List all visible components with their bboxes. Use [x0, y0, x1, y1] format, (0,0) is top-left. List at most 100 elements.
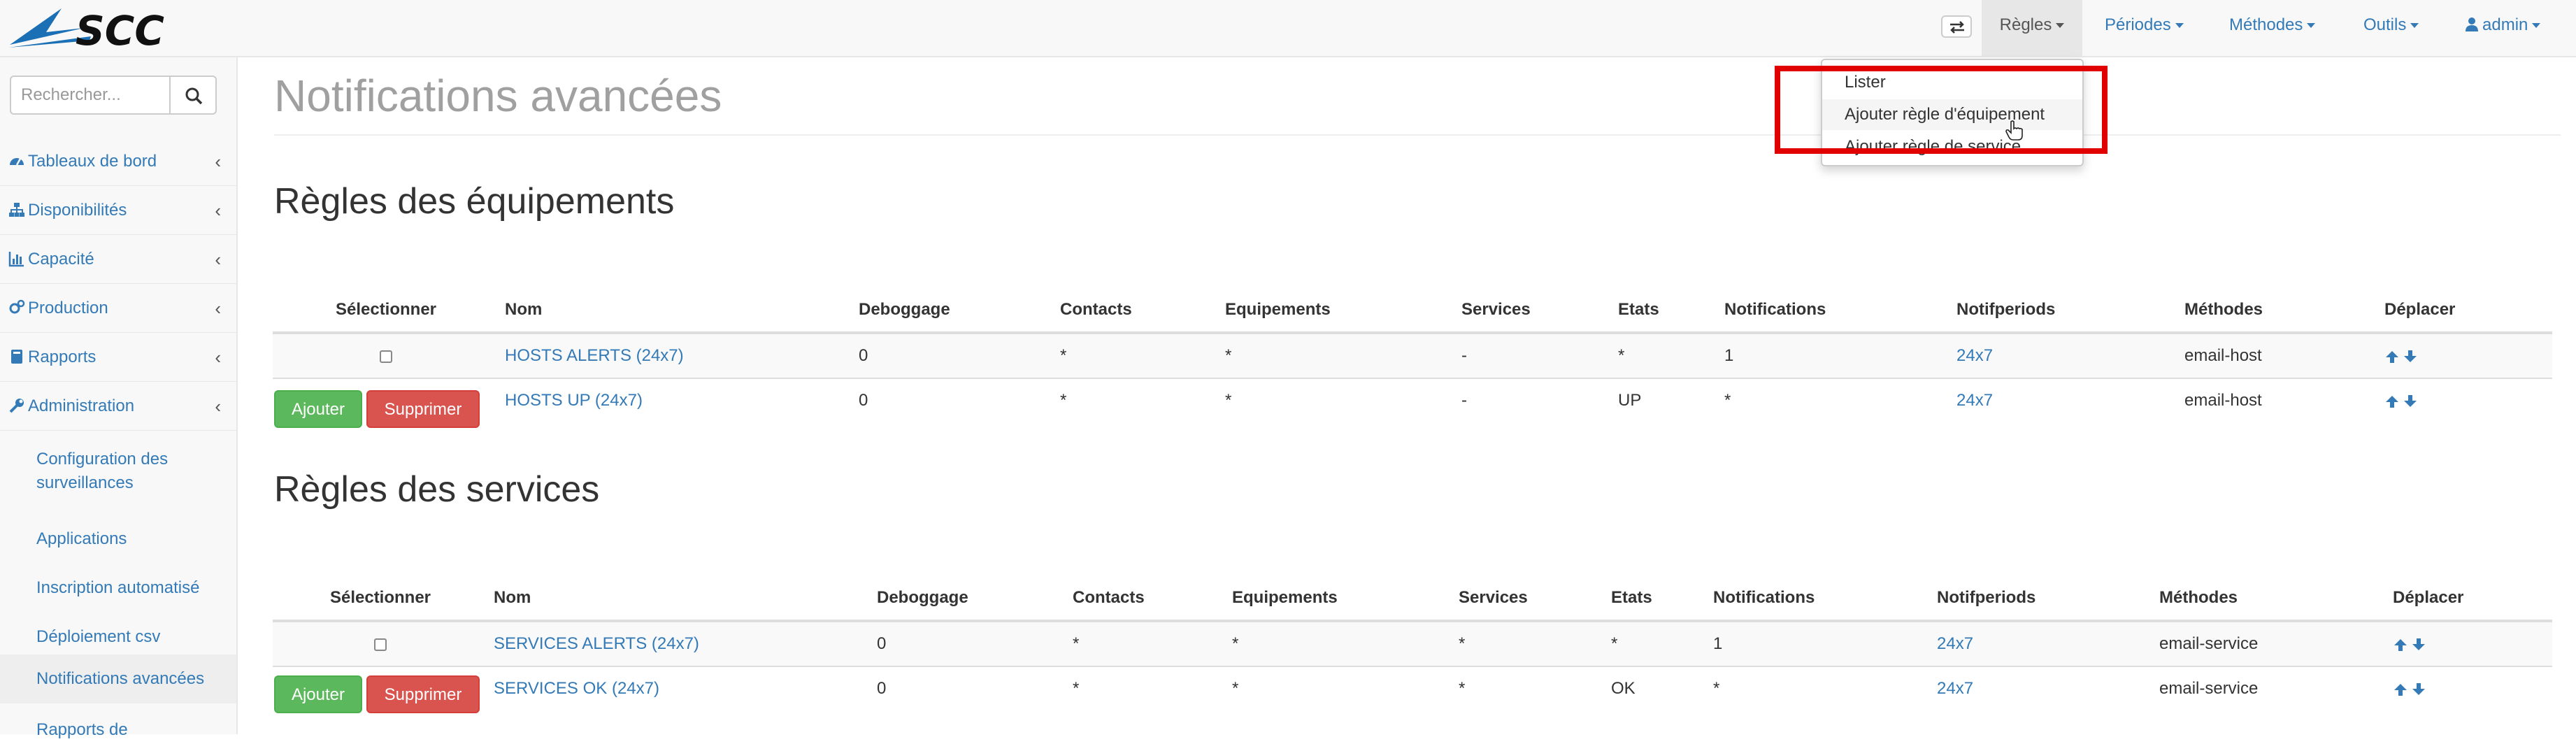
cell-contacts: *	[1054, 332, 1219, 378]
nav-outils[interactable]: Outils	[2363, 0, 2419, 56]
swap-toggle-button[interactable]	[1941, 15, 1972, 38]
arrow-up-icon[interactable]	[2384, 349, 2400, 364]
caret-down-icon	[2175, 23, 2184, 29]
nav-methodes[interactable]: Méthodes	[2229, 0, 2316, 56]
rule-name-link[interactable]: HOSTS ALERTS (24x7)	[505, 346, 684, 365]
sidebar-subitem-notifications-avancees[interactable]: Notifications avancées	[0, 654, 236, 703]
top-navbar: SCC Règles Périodes Méthodes Outils admi…	[0, 0, 2576, 57]
rule-name-link[interactable]: SERVICES OK (24x7)	[494, 679, 659, 698]
table-row: SERVICES ALERTS (24x7) 0 * * * * 1 24x7 …	[273, 620, 2552, 666]
nav-periodes[interactable]: Périodes	[2105, 0, 2184, 56]
cell-debug: 0	[871, 620, 1067, 666]
arrow-down-icon[interactable]	[2411, 637, 2426, 652]
nav-regles[interactable]: Règles	[1982, 0, 2082, 56]
col-header: Equipements	[1226, 576, 1453, 622]
sidebar-subitem-deploiement-csv[interactable]: Déploiement csv	[0, 620, 236, 654]
col-header: Déplacer	[2387, 576, 2552, 622]
col-header: Sélectionner	[273, 288, 499, 334]
cell-etats: UP	[1612, 378, 1719, 422]
col-header: Méthodes	[2154, 576, 2387, 622]
host-rules-table: Sélectionner Nom Deboggage Contacts Equi…	[273, 288, 2552, 422]
notifperiod-link[interactable]: 24x7	[1956, 346, 1993, 365]
chevron-left-icon: ‹	[215, 347, 221, 368]
row-select-checkbox[interactable]	[374, 638, 387, 651]
chevron-down-icon: ‹	[215, 396, 221, 417]
add-service-rule-button[interactable]: Ajouter	[274, 675, 362, 713]
cell-debug: 0	[871, 666, 1067, 710]
delete-service-rule-button[interactable]: Supprimer	[366, 675, 480, 713]
service-rules-title: Règles des services	[274, 469, 600, 510]
caret-down-icon	[2532, 23, 2541, 29]
main-content: Notifications avancées Règles des équipe…	[238, 57, 2576, 734]
sidebar-item-rapports[interactable]: Rapports ‹	[0, 333, 236, 382]
add-host-rule-button[interactable]: Ajouter	[274, 390, 362, 428]
annotation-highlight-box	[1775, 66, 2108, 154]
sidebar-subitem-configuration-surveillances[interactable]: Configuration des surveillances	[0, 448, 236, 495]
search-button[interactable]	[169, 76, 217, 115]
table-row: HOSTS UP (24x7) 0 * * - UP * 24x7 email-…	[273, 378, 2552, 422]
caret-down-icon	[2056, 23, 2065, 29]
cell-services: -	[1456, 332, 1612, 378]
col-header: Sélectionner	[273, 576, 488, 622]
title-divider	[274, 134, 2561, 136]
sidebar-item-label: Disponibilités	[28, 201, 127, 220]
nav-periodes-label: Périodes	[2105, 15, 2171, 34]
service-rules-table: Sélectionner Nom Deboggage Contacts Equi…	[273, 576, 2552, 710]
sidebar-item-capacite[interactable]: Capacité ‹	[0, 235, 236, 284]
col-header: Notifperiods	[1931, 576, 2154, 622]
col-header: Equipements	[1219, 288, 1456, 334]
cell-notifications: *	[1719, 378, 1951, 422]
host-rules-title: Règles des équipements	[274, 181, 675, 222]
delete-host-rule-button[interactable]: Supprimer	[366, 390, 480, 428]
page-title: Notifications avancées	[274, 71, 722, 121]
table-header-row: Sélectionner Nom Deboggage Contacts Equi…	[273, 288, 2552, 334]
bar-chart-icon	[8, 252, 24, 267]
cell-etats: *	[1612, 332, 1719, 378]
book-icon	[11, 350, 22, 364]
cell-methodes: email-service	[2154, 666, 2387, 710]
col-header: Etats	[1605, 576, 1708, 622]
arrow-up-icon[interactable]	[2393, 682, 2408, 697]
rule-name-link[interactable]: HOSTS UP (24x7)	[505, 391, 643, 410]
nav-admin[interactable]: admin	[2466, 0, 2541, 56]
hand-cursor-icon	[2005, 120, 2023, 141]
arrow-up-icon[interactable]	[2393, 637, 2408, 652]
cell-debug: 0	[853, 332, 1054, 378]
arrow-up-icon[interactable]	[2384, 394, 2400, 409]
dashboard-icon	[10, 158, 24, 166]
col-header: Contacts	[1054, 288, 1219, 334]
arrow-down-icon[interactable]	[2411, 682, 2426, 697]
col-header: Méthodes	[2179, 288, 2379, 334]
sidebar-subitem-applications[interactable]: Applications	[0, 522, 236, 557]
row-select-checkbox[interactable]	[380, 350, 392, 363]
arrow-down-icon[interactable]	[2403, 394, 2418, 409]
col-header: Notifications	[1719, 288, 1951, 334]
chevron-left-icon: ‹	[215, 151, 221, 172]
col-header: Déplacer	[2379, 288, 2552, 334]
sidebar-subitem-rapports-de[interactable]: Rapports de	[0, 716, 236, 744]
sidebar-item-administration[interactable]: Administration ‹	[0, 382, 236, 431]
search-input[interactable]	[10, 76, 171, 115]
notifperiod-link[interactable]: 24x7	[1937, 679, 1973, 698]
cell-equipements: *	[1226, 620, 1453, 666]
sidebar-subitem-label: Déploiement csv	[36, 627, 161, 646]
table-row: SERVICES OK (24x7) 0 * * * OK * 24x7 ema…	[273, 666, 2552, 710]
scc-logo[interactable]: SCC	[7, 4, 196, 55]
cell-equipements: *	[1219, 378, 1456, 422]
sidebar-subitem-label: surveillances	[36, 473, 134, 492]
notifperiod-link[interactable]: 24x7	[1937, 634, 1973, 653]
sidebar-item-disponibilites[interactable]: Disponibilités ‹	[0, 186, 236, 235]
table-row: HOSTS ALERTS (24x7) 0 * * - * 1 24x7 ema…	[273, 332, 2552, 378]
sidebar-subitem-inscription[interactable]: Inscription automatisé	[0, 571, 236, 606]
cell-etats: OK	[1605, 666, 1708, 710]
rule-name-link[interactable]: SERVICES ALERTS (24x7)	[494, 634, 699, 653]
sidebar-subitem-label: Notifications avancées	[36, 669, 205, 688]
sidebar: Tableaux de bord ‹ Disponibilités ‹ Capa…	[0, 57, 238, 739]
gears-icon	[9, 299, 25, 314]
arrow-down-icon[interactable]	[2403, 349, 2418, 364]
notifperiod-link[interactable]: 24x7	[1956, 391, 1993, 410]
sidebar-item-tableaux-de-bord[interactable]: Tableaux de bord ‹	[0, 137, 236, 186]
caret-down-icon	[2307, 23, 2316, 29]
col-header: Notifperiods	[1951, 288, 2179, 334]
sidebar-item-production[interactable]: Production ‹	[0, 284, 236, 333]
